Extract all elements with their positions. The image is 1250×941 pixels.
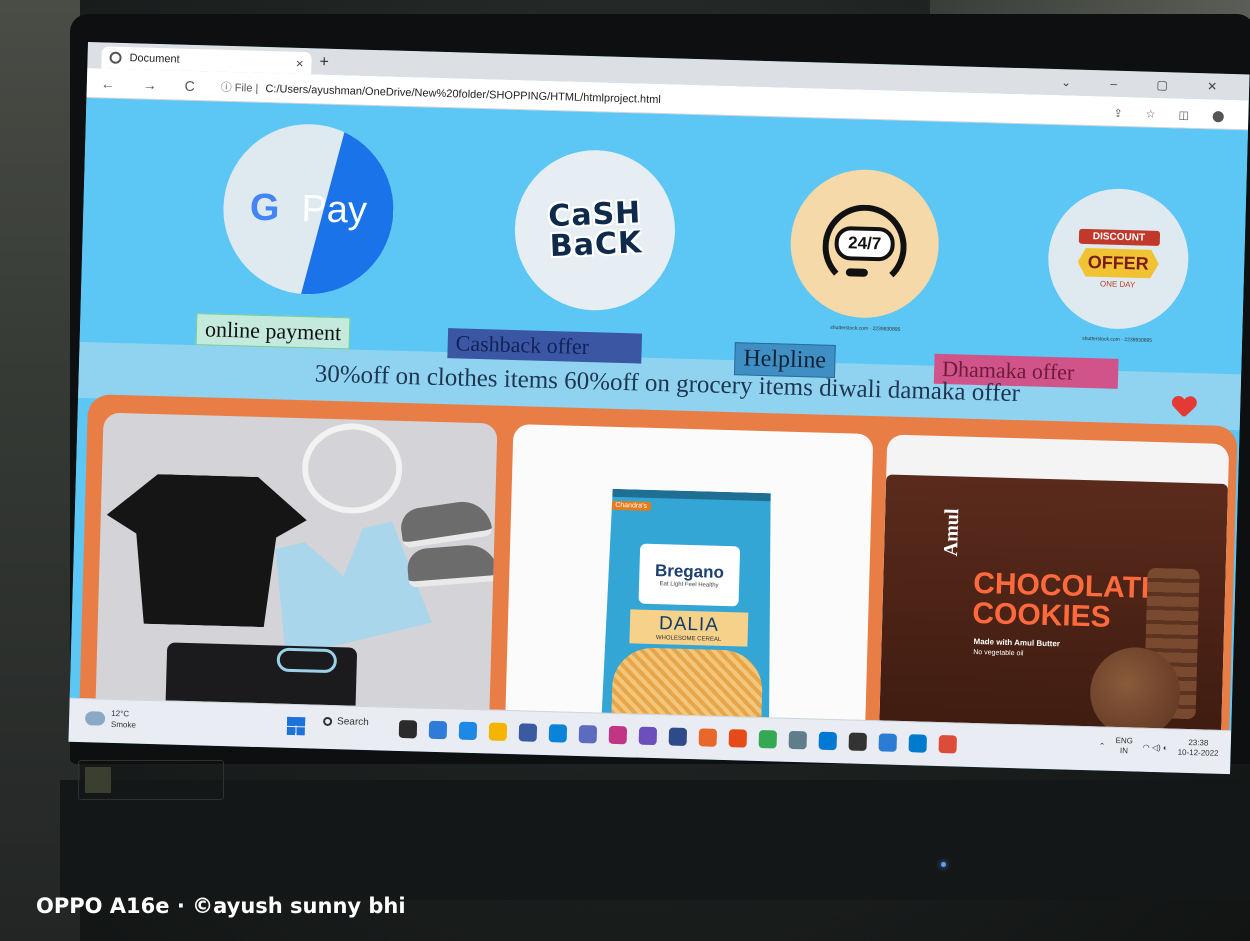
cloud-icon	[84, 711, 106, 726]
one-day-label: ONE DAY	[1099, 278, 1136, 289]
shoe-image	[398, 497, 493, 549]
taskbar-search[interactable]: Search	[322, 716, 369, 729]
weather-temp: 12°C	[111, 708, 130, 719]
discount-logo: DISCOUNT OFFER ONE DAY	[1077, 228, 1160, 289]
web-page: G Pay CaSH BaCK 24/7 DISCOUNT OFFER ONE …	[69, 97, 1248, 757]
cookies-pack-image: Amul CHOCOLATE COOKIES Made with Amul Bu…	[878, 474, 1229, 744]
url-text: C:/Users/ayushman/OneDrive/New%20folder/…	[265, 82, 661, 106]
helpline-logo-circle[interactable]: 24/7	[788, 167, 941, 320]
status-led	[941, 862, 946, 867]
taskbar-app-icon[interactable]	[428, 720, 448, 740]
taskbar-app-icon[interactable]	[548, 724, 568, 743]
taskbar-app-icon[interactable]	[938, 735, 957, 754]
dalia-name-box: DALIA WHOLESOME CEREAL	[629, 609, 748, 646]
url-prefix: ⓘ File |	[220, 81, 259, 95]
product-card-dalia[interactable]: Chandra's Bregano Eat Light Feel Healthy…	[505, 424, 874, 734]
taskbar-app-icon[interactable]	[458, 721, 478, 741]
nav-buttons[interactable]: ← → C	[101, 75, 207, 94]
g-icon: G	[249, 186, 281, 229]
weather-text: 12°C Smoke	[111, 708, 137, 731]
taskbar-app-icon[interactable]	[818, 731, 838, 751]
weather-widget[interactable]: 12°C Smoke	[84, 707, 137, 731]
mic-icon	[845, 268, 868, 277]
dalia-name: DALIA	[658, 613, 720, 636]
laptop-logo-plate	[78, 760, 224, 800]
wifi-volume-icons[interactable]: ◠ ◁) ◐	[1143, 742, 1168, 752]
helpline-badge: 24/7	[834, 225, 896, 262]
taskbar-app-icon[interactable]	[728, 729, 748, 748]
taskbar-apps	[398, 719, 957, 754]
heart-icon	[1172, 396, 1195, 417]
taskbar-app-icon[interactable]	[848, 732, 868, 752]
shoe-image	[406, 542, 498, 588]
url-field[interactable]: ⓘ File | C:/Users/ayushman/OneDrive/New%…	[220, 78, 661, 106]
clock-date: 10-12-2022	[1177, 747, 1219, 758]
cashback-logo-circle[interactable]: CaSH BaCK	[512, 148, 678, 313]
new-tab-button[interactable]: +	[319, 53, 329, 71]
strap-image	[276, 647, 338, 674]
headset-icon: 24/7	[815, 197, 913, 290]
product-card-clothes[interactable]	[95, 412, 498, 724]
cookies-title: CHOCOLATE COOKIES	[972, 567, 1161, 634]
gpay-logo: G Pay	[249, 186, 367, 232]
cashback-line2: BaCK	[548, 225, 643, 265]
taskbar-app-icon[interactable]	[758, 730, 778, 749]
cookies-made-with: Made with Amul Butter	[973, 636, 1061, 649]
gpay-text: Pay	[300, 187, 368, 232]
globe-icon	[109, 51, 122, 64]
weather-condition: Smoke	[110, 719, 136, 730]
taskbar-app-icon[interactable]	[398, 719, 418, 739]
taskbar-app-icon[interactable]	[908, 734, 927, 753]
windows-start-icon[interactable]	[286, 716, 306, 736]
taskbar-app-icon[interactable]	[668, 727, 688, 746]
offer-label: OFFER	[1077, 247, 1159, 278]
amul-brand: Amul	[939, 508, 964, 557]
watermark-helpline: shutterstock.com · 2239930895	[830, 324, 901, 333]
system-tray[interactable]: ⌃ ENG IN ◠ ◁) ◐ 23:38 10-12-2022	[1098, 735, 1219, 758]
chevron-up-icon[interactable]: ⌃	[1099, 741, 1106, 750]
taskbar-app-icon[interactable]	[608, 725, 628, 745]
watermark-discount: shutterstock.com · 2239930895	[1082, 335, 1153, 344]
taskbar-app-icon[interactable]	[578, 724, 598, 744]
taskbar-app-icon[interactable]	[488, 722, 508, 741]
tab-close-icon[interactable]: ×	[296, 55, 304, 70]
discount-logo-circle[interactable]: DISCOUNT OFFER ONE DAY	[1046, 186, 1191, 331]
gpay-logo-circle[interactable]: G Pay	[221, 121, 396, 297]
dalia-pack-image: Chandra's Bregano Eat Light Feel Healthy…	[601, 489, 776, 732]
taskbar-app-icon[interactable]	[638, 726, 658, 746]
dalia-top-label: Chandra's	[611, 501, 651, 511]
clock[interactable]: 23:38 10-12-2022	[1178, 738, 1219, 759]
taskbar-app-icon[interactable]	[878, 733, 897, 752]
taskbar-app-icon[interactable]	[518, 723, 538, 742]
taskbar-app-icon[interactable]	[788, 730, 808, 750]
cashback-logo: CaSH BaCK	[547, 195, 643, 265]
search-label: Search	[336, 716, 369, 729]
dalia-brand: Bregano	[654, 561, 725, 582]
window-controls[interactable]: ⌄ – ▢ ✕	[1061, 75, 1235, 94]
laptop-screen: Document × + ⌄ – ▢ ✕ ← → C ⓘ File | C:/U…	[68, 42, 1250, 775]
cookies-noveg: No vegetable oil	[973, 648, 1024, 658]
dalia-sub: WHOLESOME CEREAL	[655, 635, 722, 643]
dalia-tagline: Eat Light Feel Healthy	[659, 581, 719, 589]
product-card-cookies[interactable]: Amul CHOCOLATE COOKIES Made with Amul Bu…	[878, 434, 1230, 744]
taskbar-app-icon[interactable]	[698, 728, 718, 747]
plate-square	[85, 767, 111, 793]
dalia-brand-box: Bregano Eat Light Feel Healthy	[639, 544, 741, 607]
discount-label: DISCOUNT	[1078, 228, 1160, 246]
online-payment-label[interactable]: online payment	[195, 313, 351, 350]
laptop-keyboard-area	[60, 780, 1250, 900]
search-icon	[322, 716, 333, 727]
headphones-image	[300, 422, 404, 515]
lang-region: IN	[1119, 746, 1129, 756]
camera-watermark: OPPO A16e · ©ayush sunny bhi	[36, 894, 406, 918]
lang-code: ENG	[1115, 735, 1134, 746]
language-indicator[interactable]: ENG IN	[1115, 736, 1133, 756]
cashback-offer-label[interactable]: Cashback offer	[447, 328, 643, 364]
tab-title: Document	[129, 52, 180, 66]
